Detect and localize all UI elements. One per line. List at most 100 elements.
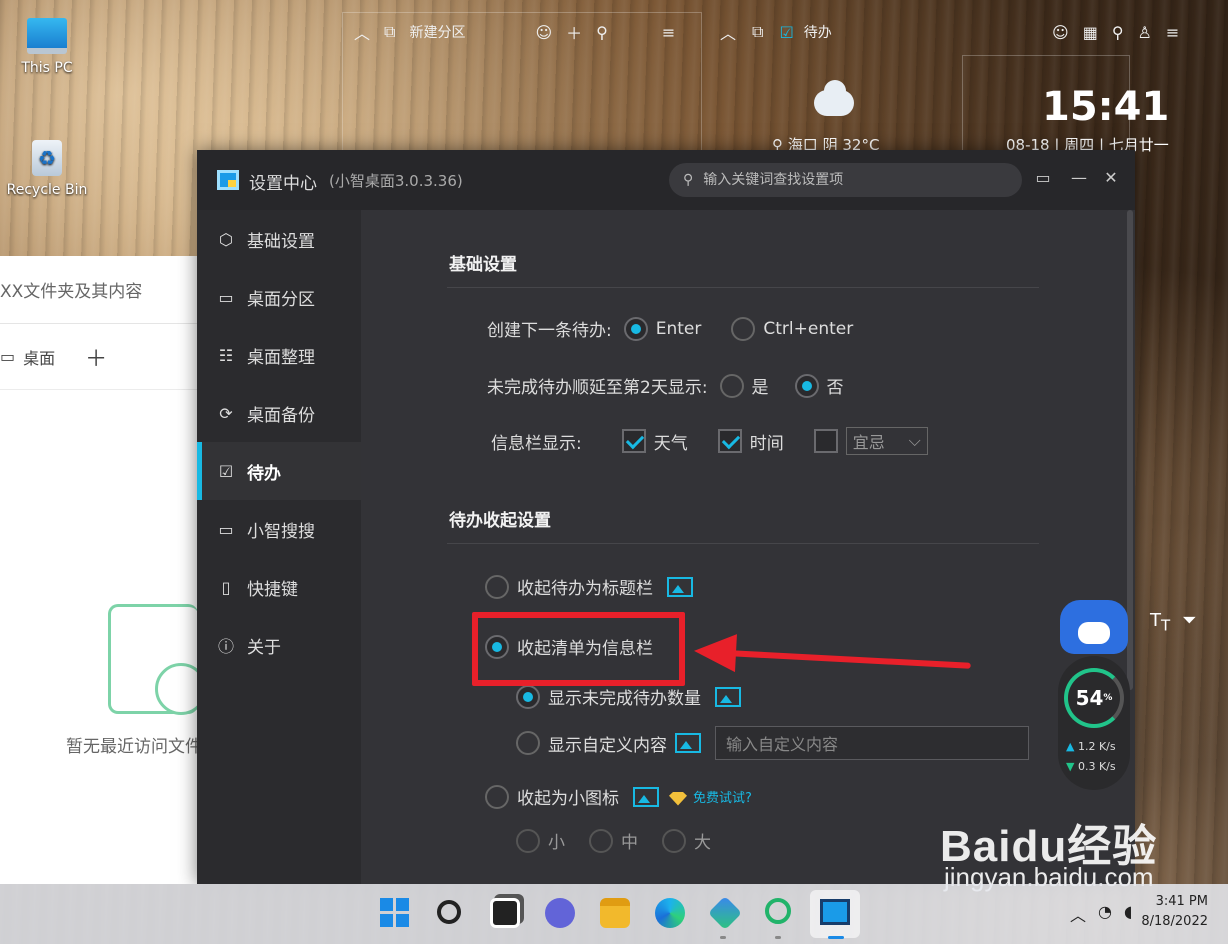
image-preview-icon[interactable] [715, 686, 741, 707]
menu-icon[interactable]: ≡ [1166, 23, 1179, 42]
hexagon-icon: ⬡ [219, 229, 233, 249]
sidebar-item-organize[interactable]: ☷ 桌面整理 [197, 326, 361, 384]
desktop-icon-recycle-bin[interactable]: ♻ Recycle Bin [2, 140, 92, 198]
close-icon[interactable]: ✕ [1099, 168, 1123, 187]
create-option-enter[interactable]: Enter [623, 316, 702, 341]
search-icon[interactable] [437, 900, 461, 924]
plus-icon[interactable]: ＋ [566, 20, 582, 44]
chat-icon[interactable] [545, 898, 575, 928]
todo-title[interactable]: 待办 [804, 22, 832, 42]
search-icon[interactable]: ⚲ [596, 23, 608, 42]
image-preview-icon[interactable] [675, 733, 701, 753]
app-diamond-icon[interactable] [708, 896, 742, 930]
annotation-arrow-icon [693, 631, 737, 673]
size-option-large[interactable]: 大 [662, 828, 711, 853]
search-icon[interactable]: ⚲ [1112, 23, 1124, 42]
settings-titlebar: 设置中心 (小智桌面3.0.3.36) ⚲ ▭ — ✕ [197, 150, 1135, 210]
size-option-medium[interactable]: 中 [589, 828, 638, 853]
radio-empty-icon [485, 574, 509, 599]
partition-title[interactable]: 新建分区 [409, 22, 465, 42]
free-trial-link[interactable]: 免费试试? [669, 787, 752, 806]
search-app-icon[interactable] [765, 898, 791, 924]
sidebar-item-about[interactable]: ⓘ 关于 [197, 616, 361, 674]
chevron-up-icon[interactable]: ︿ [720, 20, 736, 44]
settings-search-box[interactable]: ⚲ [669, 163, 1022, 197]
sidebar-item-todo[interactable]: ☑ 待办 [197, 442, 361, 500]
download-speed: ▼ 0.3 K/s [1066, 760, 1116, 773]
shirt-icon[interactable]: ♙ [1138, 23, 1152, 42]
empty-files-icon [108, 604, 207, 715]
settings-content: 基础设置 创建下一条待办: Enter Ctrl+enter 未完成待办顺延至第… [361, 210, 1135, 884]
infobar-time-checkbox[interactable]: 时间 [717, 429, 784, 454]
network-speed-widget[interactable]: 54% ▲ 1.2 K/s ▼ 0.3 K/s [1058, 600, 1130, 790]
filter-icon[interactable]: ⏷ [1182, 610, 1196, 635]
gauge-percent-unit: % [1103, 693, 1113, 703]
cloud-icon [814, 80, 854, 116]
file-explorer-icon[interactable] [600, 898, 630, 928]
radio-label: Enter [655, 318, 702, 339]
desktop-icon-this-pc[interactable]: This PC [2, 18, 92, 76]
taskbar-time: 3:41 PM [1155, 894, 1208, 909]
taskbar-active-app[interactable] [810, 890, 860, 938]
window-restore-icon[interactable]: ⧉ [752, 22, 763, 42]
radio-empty-icon [516, 828, 540, 853]
network-icon[interactable]: ◔ [1098, 902, 1112, 926]
settings-title: 设置中心 [249, 174, 317, 194]
task-view-icon[interactable] [490, 898, 520, 928]
user-icon[interactable]: ☺ [535, 23, 552, 42]
defer-option-no[interactable]: 否 [794, 373, 844, 398]
todo-toolbar-right: ☺ ▦ ⚲ ♙ ≡ [1052, 12, 1179, 52]
feedback-icon[interactable]: ▭ [1031, 168, 1055, 187]
image-preview-icon[interactable] [667, 576, 693, 597]
sidebar-item-hotkeys[interactable]: ▯ 快捷键 [197, 558, 361, 616]
file-explorer-panel: XX文件夹及其内容 ▭ 桌面 ＋ 暂无最近访问文件 [0, 256, 207, 884]
minimize-icon[interactable]: — [1067, 168, 1091, 187]
desktop-icon-label: Recycle Bin [6, 182, 88, 198]
settings-window: 设置中心 (小智桌面3.0.3.36) ⚲ ▭ — ✕ ⬡ 基础设置 ▭ 桌面分… [197, 150, 1135, 884]
chevron-up-icon[interactable]: ︿ [354, 20, 370, 44]
settings-search-input[interactable] [703, 172, 1004, 188]
windows-start-icon[interactable] [380, 898, 410, 928]
infobar-almanac-checkbox[interactable] [813, 429, 846, 453]
radio-label: 收起待办为标题栏 [517, 579, 653, 599]
explorer-tab-desktop[interactable]: ▭ 桌面 [0, 345, 55, 369]
checkbox-checked-icon [717, 429, 742, 453]
explorer-search-text[interactable]: XX文件夹及其内容 [0, 277, 142, 302]
divider [447, 543, 1039, 544]
user-icon[interactable]: ☺ [1052, 23, 1069, 42]
taskbar-clock[interactable]: 3:41 PM 8/18/2022 [1141, 892, 1208, 932]
image-preview-icon[interactable] [633, 786, 659, 807]
menu-icon[interactable]: ≡ [662, 23, 675, 42]
calendar-icon[interactable]: ▦ [1083, 23, 1098, 42]
custom-content-input[interactable]: 输入自定义内容 [715, 726, 1029, 760]
chevron-up-icon[interactable]: ︿ [1070, 902, 1086, 926]
almanac-select[interactable]: 宜忌 ⌵ [845, 427, 928, 455]
sidebar-item-backup[interactable]: ⟳ 桌面备份 [197, 384, 361, 442]
monitor-icon: ▭ [218, 287, 234, 307]
collapse-option-small-icon[interactable]: 收起为小图标 免费试试? [485, 784, 752, 809]
add-tab-icon[interactable]: ＋ [85, 341, 107, 373]
sub-option-show-count[interactable]: 显示未完成待办数量 [516, 684, 741, 709]
sidebar-item-partition[interactable]: ▭ 桌面分区 [197, 268, 361, 326]
radio-empty-icon [662, 828, 686, 853]
backup-icon: ⟳ [219, 403, 233, 423]
defer-option-yes[interactable]: 是 [719, 373, 769, 398]
infobar-weather-checkbox[interactable]: 天气 [621, 429, 688, 454]
sidebar-item-search[interactable]: ▭ 小智搜搜 [197, 500, 361, 558]
taskbar: ︿ ◔ ◖ 3:41 PM 8/18/2022 [0, 884, 1228, 944]
size-option-small[interactable]: 小 [516, 828, 565, 853]
app-logo-icon [217, 170, 239, 190]
sidebar-item-label: 桌面分区 [247, 289, 315, 310]
sub-option-show-custom[interactable]: 显示自定义内容 输入自定义内容 [516, 726, 1029, 760]
volume-icon[interactable]: ◖ [1124, 902, 1132, 926]
collapse-option-titlebar[interactable]: 收起待办为标题栏 [485, 574, 693, 599]
edge-browser-icon[interactable] [655, 898, 685, 928]
sidebar-item-label: 桌面备份 [247, 405, 315, 426]
xiaozhi-desktop-icon [820, 899, 850, 925]
font-size-icon[interactable]: TT [1150, 610, 1170, 635]
window-restore-icon[interactable]: ⧉ [384, 22, 395, 42]
radio-label: 大 [694, 833, 711, 853]
explorer-search-row[interactable]: XX文件夹及其内容 [0, 256, 197, 324]
create-option-ctrl-enter[interactable]: Ctrl+enter [731, 316, 853, 341]
sidebar-item-basic[interactable]: ⬡ 基础设置 [197, 210, 361, 268]
